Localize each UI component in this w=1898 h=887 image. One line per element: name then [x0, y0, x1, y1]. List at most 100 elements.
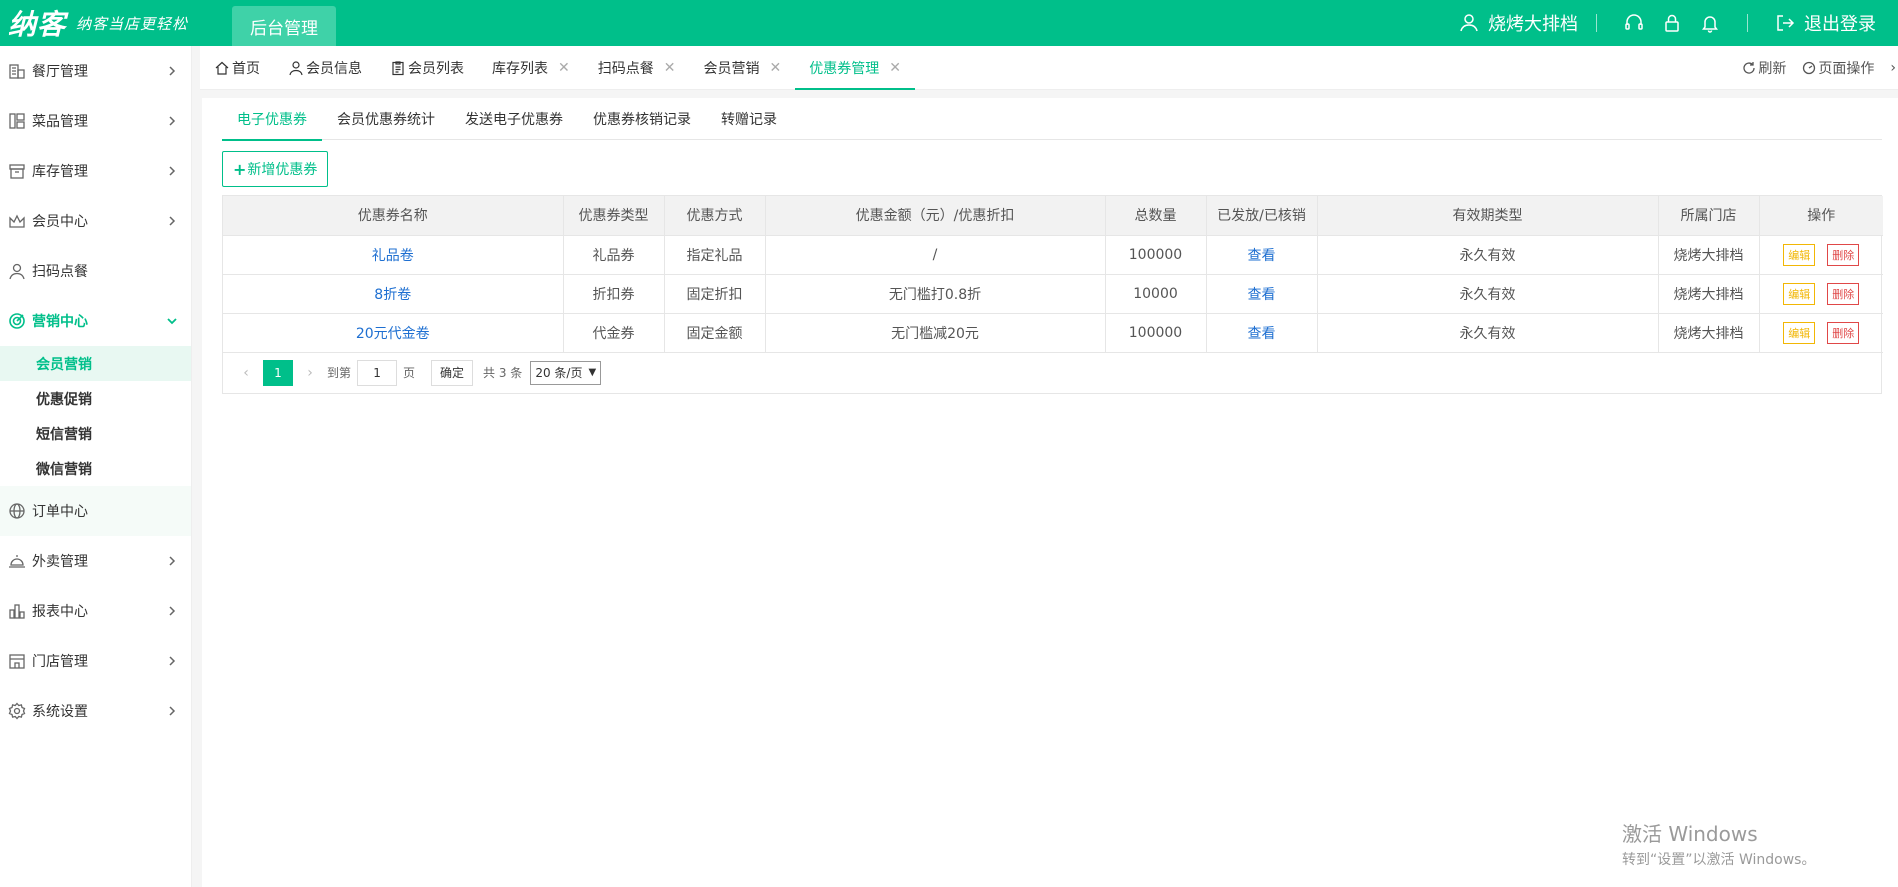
logout-icon[interactable]: [1774, 12, 1796, 34]
gauge-icon: [1803, 61, 1816, 75]
user-icon: [289, 60, 303, 75]
close-icon[interactable]: ✕: [664, 60, 676, 76]
headset-icon[interactable]: [1623, 12, 1645, 34]
chevron-right-icon: [169, 116, 176, 126]
sidebar: 餐厅管理 菜品管理 库存管理 会员中心 扫码点餐 营销中心 会员营销 优惠促销 …: [0, 46, 192, 887]
page-jump-confirm-button[interactable]: 确定: [431, 359, 474, 386]
divider: [1596, 14, 1597, 32]
edit-button[interactable]: 编辑: [1783, 282, 1816, 305]
tab-member-marketing[interactable]: 会员营销 ✕: [689, 46, 795, 90]
sidebar-subitem-sms-marketing[interactable]: 短信营销: [0, 416, 191, 451]
subtab-member-coupon-stats[interactable]: 会员优惠券统计: [322, 98, 450, 140]
column-header: 操作: [1759, 196, 1883, 236]
logout-button[interactable]: 退出登录: [1804, 10, 1876, 36]
delete-button[interactable]: 删除: [1827, 282, 1860, 305]
bell-service-icon: [8, 552, 26, 570]
tab-home[interactable]: 首页: [200, 46, 274, 90]
app-tab-backend[interactable]: 后台管理: [232, 6, 336, 46]
sidebar-item-label: 菜品管理: [32, 114, 88, 130]
sidebar-item-orders[interactable]: 订单中心: [0, 486, 191, 536]
subtab-e-coupon[interactable]: 电子优惠券: [222, 98, 322, 141]
sidebar-subitem-wechat-marketing[interactable]: 微信营销: [0, 451, 191, 486]
edit-button[interactable]: 编辑: [1783, 321, 1816, 344]
page-jump-input[interactable]: 1: [357, 359, 398, 386]
sidebar-item-label: 库存管理: [32, 164, 88, 180]
coupon-total: 100000: [1105, 313, 1207, 353]
chevron-right-icon: [169, 706, 176, 716]
column-header: 优惠方式: [664, 196, 766, 236]
bar-chart-icon: [8, 602, 26, 620]
sidebar-item-members[interactable]: 会员中心: [0, 196, 191, 246]
tab-member-list[interactable]: 会员列表: [376, 46, 478, 90]
store-name[interactable]: 烧烤大排档: [1488, 10, 1578, 36]
coupon-total: 100000: [1105, 235, 1207, 275]
subtab-transfer-records[interactable]: 转赠记录: [706, 98, 792, 140]
close-icon[interactable]: ✕: [769, 60, 781, 76]
sidebar-item-stores[interactable]: 门店管理: [0, 636, 191, 686]
page-size-select[interactable]: 20 条/页 ▼: [530, 360, 602, 385]
tab-member-info[interactable]: 会员信息: [274, 46, 376, 90]
coupon-name-link[interactable]: 20元代金卷: [356, 326, 430, 342]
view-issued-link[interactable]: 查看: [1248, 326, 1276, 342]
sidebar-item-dishes[interactable]: 菜品管理: [0, 96, 191, 146]
add-coupon-button[interactable]: + 新增优惠券: [222, 151, 329, 187]
sidebar-item-inventory[interactable]: 库存管理: [0, 146, 191, 196]
subtab-redemption-records[interactable]: 优惠券核销记录: [578, 98, 706, 140]
coupon-table: 优惠券名称 优惠券类型 优惠方式 优惠金额（元）/优惠折扣 总数量 已发放/已核…: [222, 195, 1883, 394]
coupon-name-link[interactable]: 礼品卷: [372, 248, 414, 264]
next-page-icon[interactable]: ›: [299, 365, 321, 381]
coupon-type: 礼品券: [563, 235, 665, 275]
sidebar-item-label: 外卖管理: [32, 554, 88, 570]
home-icon: [215, 61, 229, 75]
tab-inventory-list[interactable]: 库存列表 ✕: [478, 46, 584, 90]
logo: 纳客 纳客当店更轻松: [0, 0, 220, 46]
prev-page-icon[interactable]: ‹: [235, 365, 257, 381]
sidebar-item-delivery[interactable]: 外卖管理: [0, 536, 191, 586]
table-header-row: 优惠券名称 优惠券类型 优惠方式 优惠金额（元）/优惠折扣 总数量 已发放/已核…: [223, 196, 1883, 236]
column-header: 有效期类型: [1317, 196, 1659, 236]
view-issued-link[interactable]: 查看: [1248, 248, 1276, 264]
page-ops-button[interactable]: 页面操作: [1802, 58, 1874, 78]
subtab-send-e-coupon[interactable]: 发送电子优惠券: [450, 98, 578, 140]
view-issued-link[interactable]: 查看: [1248, 287, 1276, 303]
coupon-type: 折扣券: [563, 274, 665, 314]
page-unit-label: 页: [403, 366, 416, 380]
coupon-amount: /: [765, 235, 1106, 275]
sidebar-item-scan-order[interactable]: 扫码点餐: [0, 246, 191, 296]
table-row: 礼品卷 礼品券 指定礼品 / 100000 查看 永久有效 烧烤大排档 编辑 删除: [223, 235, 1883, 275]
sidebar-subitem-promotions[interactable]: 优惠促销: [0, 381, 191, 416]
coupon-method: 固定折扣: [664, 274, 766, 314]
chevron-right-icon[interactable]: ›: [1890, 60, 1896, 76]
coupon-method: 固定金额: [664, 313, 766, 353]
delete-button[interactable]: 删除: [1827, 321, 1860, 344]
edit-button[interactable]: 编辑: [1783, 243, 1816, 266]
sidebar-subitem-member-marketing[interactable]: 会员营销: [0, 346, 191, 381]
refresh-icon: [1743, 62, 1756, 74]
lock-icon[interactable]: [1661, 12, 1683, 34]
pagination: ‹ 1 › 到第 1 页 确定 共 3 条 20 条/页 ▼: [223, 353, 1881, 393]
sidebar-item-restaurant[interactable]: 餐厅管理: [0, 46, 191, 96]
bell-icon[interactable]: [1699, 12, 1721, 34]
divider: [1747, 14, 1748, 32]
refresh-button[interactable]: 刷新: [1742, 58, 1786, 78]
close-icon[interactable]: ✕: [889, 60, 901, 76]
layout-icon: [8, 112, 26, 130]
coupon-amount: 无门槛打0.8折: [765, 274, 1106, 314]
close-icon[interactable]: ✕: [558, 60, 570, 76]
sidebar-item-reports[interactable]: 报表中心: [0, 586, 191, 636]
watermark-line2: 转到“设置”以激活 Windows。: [1622, 852, 1816, 868]
total-count: 共 3 条: [483, 366, 523, 380]
tab-coupon-management[interactable]: 优惠券管理 ✕: [795, 46, 915, 90]
chevron-down-icon: [167, 318, 177, 325]
column-header: 优惠券类型: [563, 196, 665, 236]
delete-button[interactable]: 删除: [1827, 243, 1860, 266]
sidebar-item-settings[interactable]: 系统设置: [0, 686, 191, 736]
coupon-name-link[interactable]: 8折卷: [374, 287, 411, 303]
tab-scan-order[interactable]: 扫码点餐 ✕: [584, 46, 690, 90]
goto-label: 到第: [327, 366, 352, 380]
coupon-store: 烧烤大排档: [1658, 274, 1760, 314]
sidebar-item-marketing[interactable]: 营销中心: [0, 296, 191, 346]
sidebar-item-label: 订单中心: [32, 504, 88, 520]
top-bar: 纳客 纳客当店更轻松 后台管理 烧烤大排档 退出登录: [0, 0, 1898, 46]
page-number-current[interactable]: 1: [263, 359, 293, 386]
